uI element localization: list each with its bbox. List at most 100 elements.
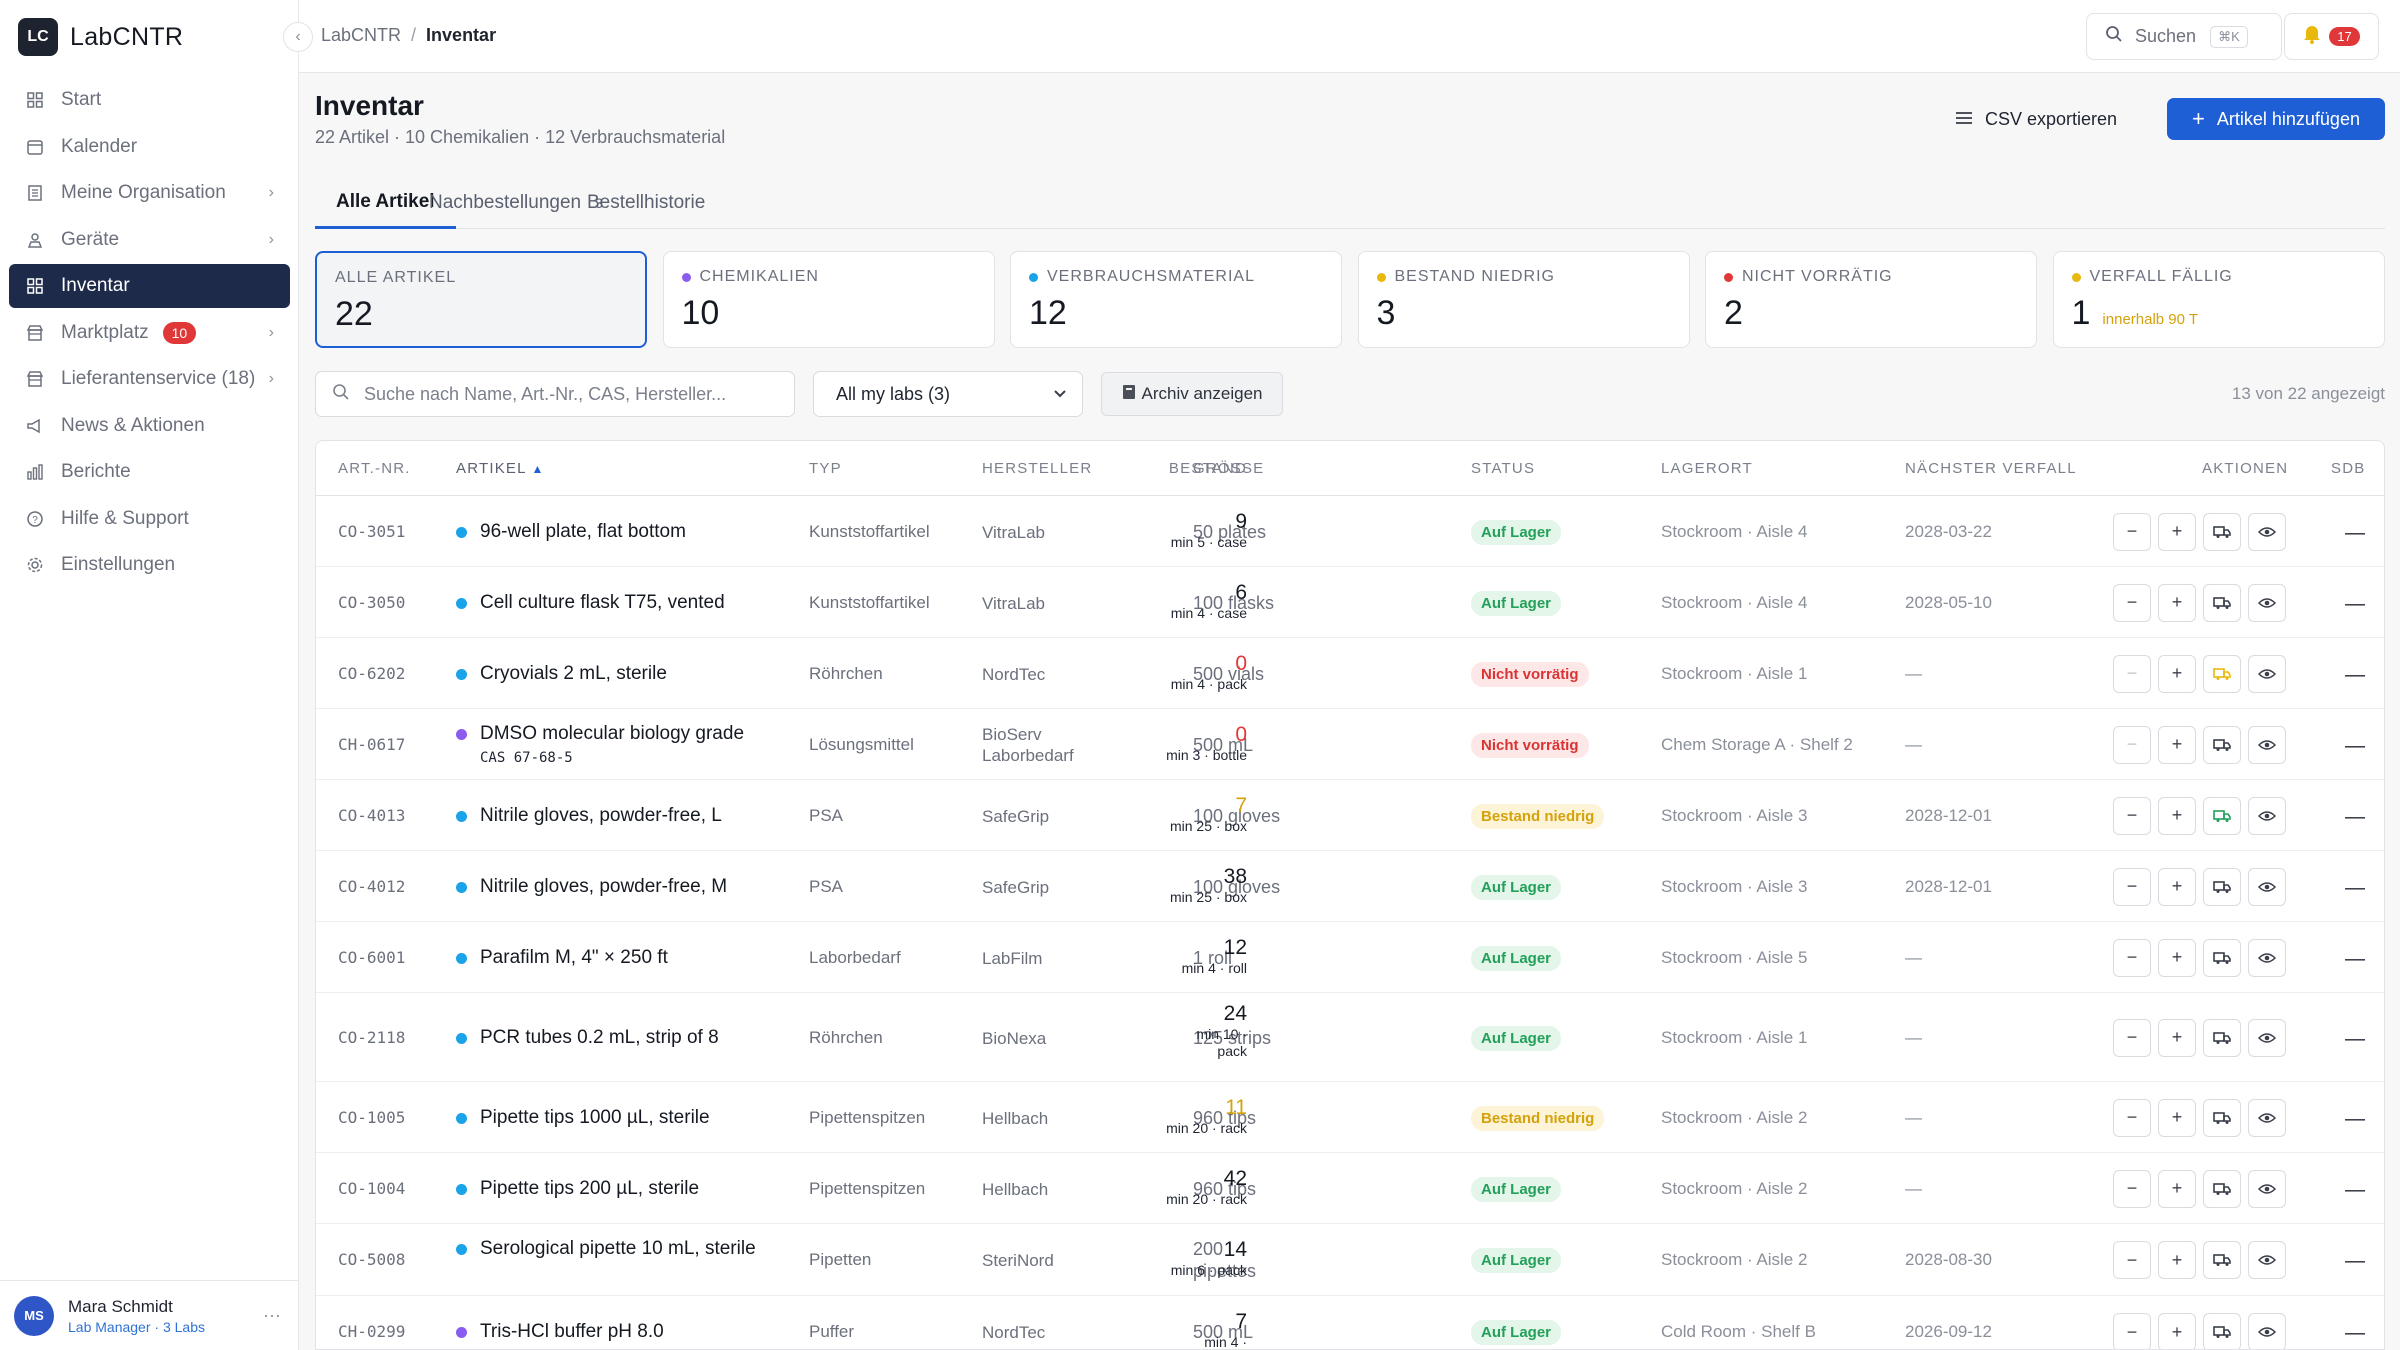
increase-stock-button[interactable]: + <box>2158 583 2196 622</box>
view-details-button[interactable] <box>2248 1241 2286 1279</box>
reorder-button[interactable] <box>2203 512 2241 551</box>
sidebar-item-geräte[interactable]: Geräte › <box>9 218 290 262</box>
col-lagerort[interactable]: LAGERORT <box>1661 460 1753 477</box>
article-name-cell[interactable]: 96-well plate, flat bottom <box>456 521 756 543</box>
view-details-button[interactable] <box>2248 725 2286 764</box>
increase-stock-button[interactable]: + <box>2158 938 2196 977</box>
col-verfall[interactable]: NÄCHSTER VERFALL <box>1905 460 2077 477</box>
col-bestand[interactable]: BESTAND <box>1169 460 1247 477</box>
decrease-stock-button[interactable]: − <box>2113 583 2151 622</box>
csv-export-button[interactable]: CSV exportieren <box>1955 98 2117 140</box>
sidebar-item-berichte[interactable]: Berichte <box>9 450 290 494</box>
decrease-stock-button[interactable]: − <box>2113 1098 2151 1137</box>
decrease-stock-button[interactable]: − <box>2113 725 2151 764</box>
increase-stock-button[interactable]: + <box>2158 1018 2196 1057</box>
decrease-stock-button[interactable]: − <box>2113 938 2151 977</box>
reorder-button[interactable] <box>2203 1241 2241 1279</box>
increase-stock-button[interactable]: + <box>2158 867 2196 906</box>
table-row[interactable]: CO-4012 Nitrile gloves, powder-free, M PSA… <box>316 851 2384 922</box>
sidebar-item-einstellungen[interactable]: Einstellungen <box>9 543 290 587</box>
increase-stock-button[interactable]: + <box>2158 512 2196 551</box>
view-details-button[interactable] <box>2248 654 2286 693</box>
sidebar-item-meine-organisation[interactable]: Meine Organisation › <box>9 171 290 215</box>
stat-card-bestand-niedrig[interactable]: BESTAND NIEDRIG 3 <box>1357 251 1690 348</box>
reorder-button[interactable] <box>2203 725 2241 764</box>
table-row[interactable]: CO-1004 Pipette tips 200 µL, sterile Pipet… <box>316 1153 2384 1224</box>
decrease-stock-button[interactable]: − <box>2113 654 2151 693</box>
reorder-button[interactable] <box>2203 654 2241 693</box>
article-name-cell[interactable]: Parafilm M, 4" × 250 ft <box>456 947 756 969</box>
article-name-cell[interactable]: PCR tubes 0.2 mL, strip of 8 <box>456 1027 756 1049</box>
decrease-stock-button[interactable]: − <box>2113 796 2151 835</box>
reorder-button[interactable] <box>2203 867 2241 906</box>
stat-card-alle-artikel[interactable]: ALLE ARTIKEL 22 <box>315 251 647 348</box>
view-details-button[interactable] <box>2248 1313 2286 1349</box>
sidebar-item-marktplatz[interactable]: Marktplatz 10 › <box>9 311 290 355</box>
decrease-stock-button[interactable]: − <box>2113 1169 2151 1208</box>
article-name-cell[interactable]: Nitrile gloves, powder-free, L <box>456 805 756 827</box>
view-details-button[interactable] <box>2248 867 2286 906</box>
decrease-stock-button[interactable]: − <box>2113 1313 2151 1349</box>
view-details-button[interactable] <box>2248 938 2286 977</box>
view-details-button[interactable] <box>2248 796 2286 835</box>
article-name-cell[interactable]: Cell culture flask T75, vented <box>456 592 756 614</box>
tab-bestellhistorie[interactable]: Bestellhistorie <box>566 177 726 229</box>
table-row[interactable]: CO-3051 96-well plate, flat bottom Kunstst… <box>316 496 2384 567</box>
sidebar-item-start[interactable]: Start <box>9 78 290 122</box>
article-name-cell[interactable]: Pipette tips 200 µL, sterile <box>456 1178 756 1200</box>
decrease-stock-button[interactable]: − <box>2113 1018 2151 1057</box>
article-name-cell[interactable]: Serological pipette 10 mL, sterile <box>456 1238 756 1260</box>
view-details-button[interactable] <box>2248 1169 2286 1208</box>
stat-card-chemikalien[interactable]: CHEMIKALIEN 10 <box>662 251 995 348</box>
view-details-button[interactable] <box>2248 1018 2286 1057</box>
col-hersteller[interactable]: HERSTELLER <box>982 460 1092 477</box>
sidebar-item-news-aktionen[interactable]: News & Aktionen <box>9 404 290 448</box>
increase-stock-button[interactable]: + <box>2158 796 2196 835</box>
notifications-button[interactable]: 17 <box>2284 13 2379 60</box>
table-row[interactable]: CH-0299 Tris-HCl buffer pH 8.0 Puffer NordT… <box>316 1296 2384 1349</box>
increase-stock-button[interactable]: + <box>2158 1313 2196 1349</box>
reorder-button[interactable] <box>2203 1169 2241 1208</box>
show-archive-button[interactable]: Archiv anzeigen <box>1101 372 1283 416</box>
reorder-button[interactable] <box>2203 1313 2241 1349</box>
col-artikel[interactable]: ARTIKEL ▲ <box>456 460 545 477</box>
sidebar-item-lieferantenservice-18[interactable]: Lieferantenservice (18) › <box>9 357 290 401</box>
global-search-button[interactable]: Suchen ⌘K <box>2086 13 2282 60</box>
article-name-cell[interactable]: DMSO molecular biology grade CAS 67-68-5 <box>456 723 756 769</box>
increase-stock-button[interactable]: + <box>2158 725 2196 764</box>
col-status[interactable]: STATUS <box>1471 460 1535 477</box>
article-name-cell[interactable]: Tris-HCl buffer pH 8.0 <box>456 1321 756 1343</box>
increase-stock-button[interactable]: + <box>2158 1098 2196 1137</box>
table-row[interactable]: CO-5008 Serological pipette 10 mL, steril… <box>316 1224 2384 1296</box>
user-profile[interactable]: MS Mara Schmidt Lab Manager · 3 Labs ··· <box>0 1280 299 1350</box>
brand[interactable]: LC LabCNTR <box>18 18 183 56</box>
lab-select[interactable]: All my labs (3) <box>813 371 1083 417</box>
reorder-button[interactable] <box>2203 938 2241 977</box>
col-typ[interactable]: TYP <box>809 460 842 477</box>
inventory-search-input[interactable] <box>364 383 764 405</box>
decrease-stock-button[interactable]: − <box>2113 512 2151 551</box>
table-row[interactable]: CO-2118 PCR tubes 0.2 mL, strip of 8 Röhrc… <box>316 993 2384 1082</box>
view-details-button[interactable] <box>2248 583 2286 622</box>
more-icon[interactable]: ··· <box>263 1305 281 1326</box>
table-row[interactable]: CO-1005 Pipette tips 1000 µL, sterile Pipe… <box>316 1082 2384 1153</box>
table-row[interactable]: CO-6001 Parafilm M, 4" × 250 ft Laborbedar… <box>316 922 2384 993</box>
col-art-nr[interactable]: ART.-NR. <box>338 460 411 477</box>
increase-stock-button[interactable]: + <box>2158 654 2196 693</box>
stat-card-nicht-vorrätig[interactable]: NICHT VORRÄTIG 2 <box>1705 251 2037 348</box>
inventory-search[interactable] <box>315 371 795 417</box>
table-row[interactable]: CH-0617 DMSO molecular biology grade CAS 6… <box>316 709 2384 780</box>
article-name-cell[interactable]: Pipette tips 1000 µL, sterile <box>456 1107 756 1129</box>
table-row[interactable]: CO-4013 Nitrile gloves, powder-free, L PSA… <box>316 780 2384 851</box>
decrease-stock-button[interactable]: − <box>2113 1241 2151 1279</box>
decrease-stock-button[interactable]: − <box>2113 867 2151 906</box>
sidebar-item-kalender[interactable]: Kalender <box>9 125 290 169</box>
reorder-button[interactable] <box>2203 583 2241 622</box>
stat-card-verfall-fällig[interactable]: VERFALL FÄLLIG 1 innerhalb 90 T <box>2052 251 2385 348</box>
reorder-button[interactable] <box>2203 1098 2241 1137</box>
article-name-cell[interactable]: Cryovials 2 mL, sterile <box>456 663 756 685</box>
sidebar-collapse-button[interactable]: ‹ <box>283 22 313 52</box>
view-details-button[interactable] <box>2248 512 2286 551</box>
increase-stock-button[interactable]: + <box>2158 1241 2196 1279</box>
article-name-cell[interactable]: Nitrile gloves, powder-free, M <box>456 876 756 898</box>
